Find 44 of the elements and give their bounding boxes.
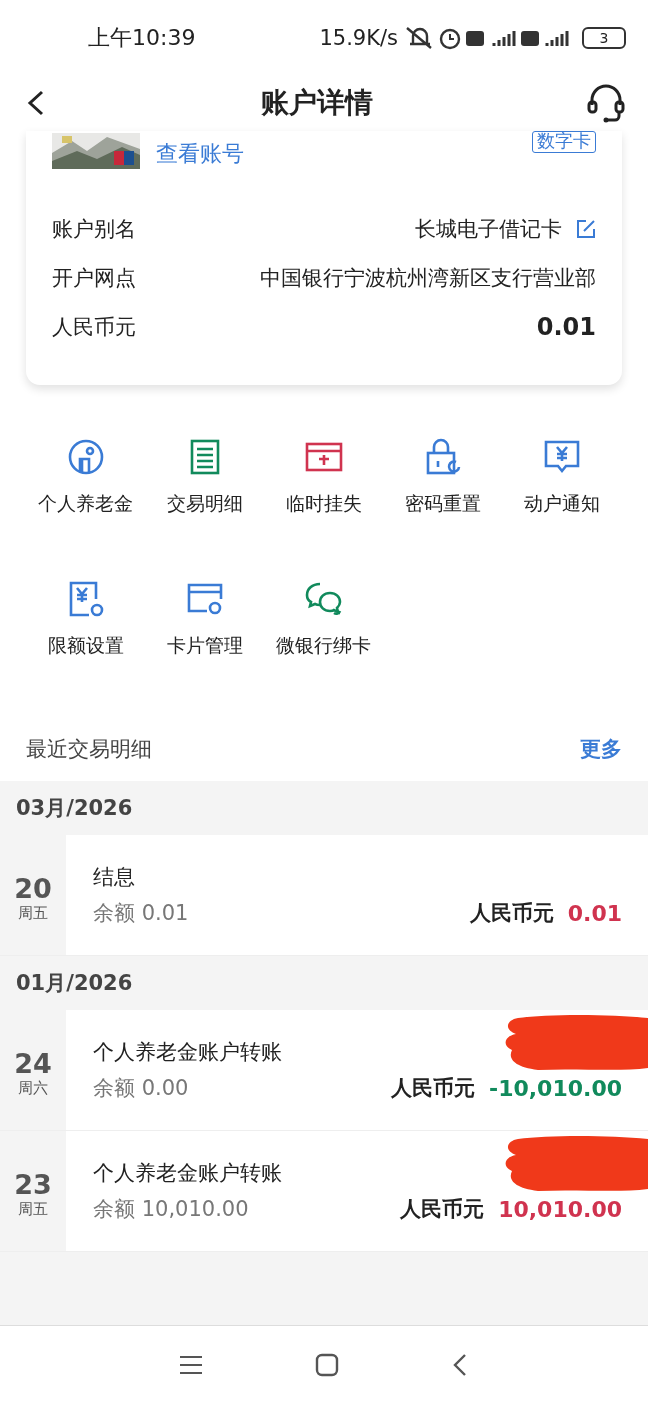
service-label[interactable]: 限额设置 xyxy=(47,633,124,659)
currency-label: 人民币元 xyxy=(469,900,554,927)
transaction-title: 结息 xyxy=(93,864,136,891)
balance-text: 余额 10,010.00 xyxy=(93,1196,249,1223)
status-time: 上午10:39 xyxy=(88,23,196,52)
transaction-title: 个人养老金账户转账 xyxy=(93,1039,283,1066)
balance-amount: 0.01 xyxy=(536,313,596,341)
network-speed: 15.9K/s xyxy=(319,25,398,50)
field-label: 账户别名 xyxy=(52,216,136,243)
field-value: 中国银行宁波杭州湾新区支行营业部 xyxy=(260,265,596,292)
service-label[interactable]: 临时挂失 xyxy=(286,491,362,517)
headset-icon[interactable] xyxy=(586,83,626,123)
field-label: 人民币元 xyxy=(52,314,136,341)
currency-label: 人民币元 xyxy=(391,1075,475,1102)
transaction-day: 20 xyxy=(14,873,52,904)
battery-level: 3 xyxy=(582,26,626,49)
balance-text: 余额 0.00 xyxy=(93,1075,189,1102)
transaction-amount: -10,010.00 xyxy=(489,1075,622,1101)
view-account-link[interactable]: 查看账号 xyxy=(156,139,244,169)
transaction-weekday: 周六 xyxy=(18,1078,48,1098)
edit-icon[interactable] xyxy=(576,219,596,239)
transaction-title: 个人养老金账户转账 xyxy=(93,1160,283,1187)
service-label[interactable]: 卡片管理 xyxy=(166,633,243,659)
service-label[interactable]: 微银行绑卡 xyxy=(276,633,372,659)
transaction-weekday: 周五 xyxy=(18,903,48,923)
field-value: 长城电子借记卡 xyxy=(415,216,562,243)
page-title: 账户详情 xyxy=(261,85,373,121)
service-label[interactable]: 交易明细 xyxy=(166,491,243,517)
service-label[interactable]: 密码重置 xyxy=(405,491,482,517)
transaction-amount: 0.01 xyxy=(567,900,622,926)
transaction-day: 23 xyxy=(14,1169,52,1200)
menu-icon[interactable] xyxy=(178,1354,204,1376)
service-label[interactable]: 个人养老金 xyxy=(38,491,134,517)
transaction-weekday: 周五 xyxy=(18,1199,48,1219)
field-label: 开户网点 xyxy=(52,265,136,292)
service-label[interactable]: 动户通知 xyxy=(524,491,601,517)
section-title: 最近交易明细 xyxy=(26,736,152,763)
digital-card-badge: 数字卡 xyxy=(532,131,596,153)
more-link[interactable]: 更多 xyxy=(580,735,622,763)
currency-label: 人民币元 xyxy=(400,1196,485,1223)
transaction-day: 24 xyxy=(14,1048,52,1079)
transaction-amount: 10,010.00 xyxy=(498,1196,622,1222)
home-icon[interactable] xyxy=(314,1352,340,1378)
balance-text: 余额 0.01 xyxy=(93,900,189,927)
